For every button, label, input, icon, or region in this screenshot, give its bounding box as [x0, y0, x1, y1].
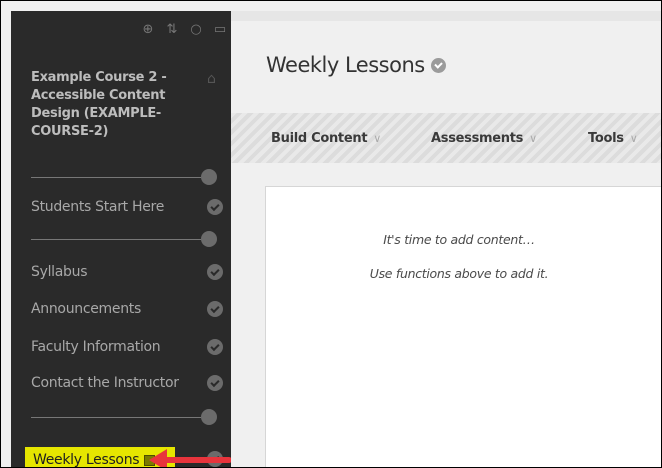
sidebar-item-label: Students Start Here: [31, 199, 165, 215]
divider-options-icon[interactable]: [201, 231, 217, 247]
tools-menu[interactable]: Tools ∨: [588, 131, 638, 146]
item-options-icon[interactable]: [207, 375, 223, 391]
page-title-text: Weekly Lessons: [266, 53, 425, 77]
chevron-down-icon: ∨: [629, 132, 638, 145]
page-title: Weekly Lessons: [266, 53, 446, 77]
sidebar-item-syllabus[interactable]: Syllabus: [31, 262, 231, 282]
build-content-menu[interactable]: Build Content ∨: [271, 131, 381, 146]
item-options-icon[interactable]: [207, 264, 223, 280]
home-icon[interactable]: ⌂: [207, 71, 216, 87]
chevron-down-icon: ∨: [373, 132, 382, 145]
header-band: [231, 11, 661, 21]
sort-icon[interactable]: ⇅: [165, 22, 179, 37]
course-menu-sidebar: ⊕ ⇅ ○ ▭ Example Course 2 - Accessible Co…: [11, 11, 231, 468]
assessments-menu[interactable]: Assessments ∨: [431, 131, 537, 146]
sidebar-item-label: Syllabus: [31, 264, 88, 280]
empty-state-message: It's time to add content…: [383, 232, 535, 247]
divider-options-icon[interactable]: [201, 169, 217, 185]
sidebar-item-label: Announcements: [31, 301, 141, 317]
sidebar-item-label: Contact the Instructor: [31, 375, 179, 391]
content-area: Weekly Lessons Build Content ∨ Assessment…: [231, 11, 661, 467]
menu-divider: [31, 177, 201, 178]
assessments-label: Assessments: [431, 131, 524, 146]
build-content-label: Build Content: [271, 131, 368, 146]
annotation-arrow-icon: [149, 449, 231, 467]
sidebar-item-contact-the-instructor[interactable]: Contact the Instructor: [31, 373, 231, 393]
menu-divider: [31, 239, 201, 240]
item-options-icon[interactable]: [207, 339, 223, 355]
sidebar-item-label: Weekly Lessons: [33, 452, 140, 468]
sidebar-item-announcements[interactable]: Announcements: [31, 299, 231, 319]
item-options-icon[interactable]: [207, 199, 223, 215]
divider-options-icon[interactable]: [201, 409, 217, 425]
action-bar: Build Content ∨ Assessments ∨ Tools ∨: [231, 113, 661, 163]
sidebar-item-label: Faculty Information: [31, 339, 161, 355]
sidebar-item-faculty-information[interactable]: Faculty Information: [31, 337, 231, 357]
sidebar-item-students-start-here[interactable]: Students Start Here: [31, 197, 231, 217]
course-title[interactable]: Example Course 2 - Accessible Content De…: [31, 69, 191, 141]
course-menu-toolbar: ⊕ ⇅ ○ ▭: [11, 11, 231, 47]
folder-icon[interactable]: ▭: [213, 22, 227, 37]
empty-state-hint: Use functions above to add it.: [369, 266, 549, 281]
content-panel: It's time to add content… Use functions …: [265, 186, 661, 467]
screenshot-frame: ⊕ ⇅ ○ ▭ Example Course 2 - Accessible Co…: [0, 0, 662, 468]
menu-divider: [31, 417, 201, 418]
refresh-icon[interactable]: ○: [189, 22, 203, 37]
chevron-down-icon: ∨: [529, 132, 537, 145]
add-icon[interactable]: ⊕: [141, 22, 155, 37]
tools-label: Tools: [588, 131, 624, 146]
item-options-icon[interactable]: [207, 301, 223, 317]
title-options-icon[interactable]: [430, 57, 446, 73]
